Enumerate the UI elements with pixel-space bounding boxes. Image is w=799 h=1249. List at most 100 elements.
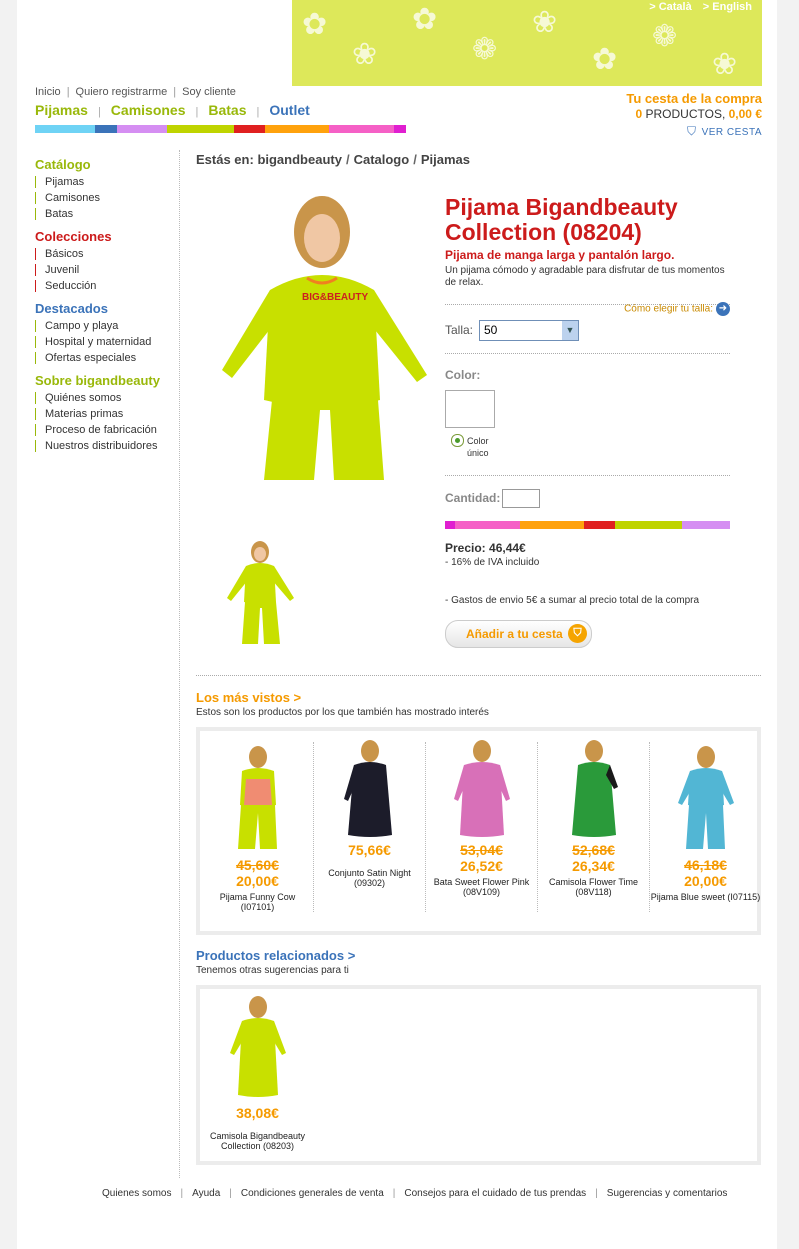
product-card[interactable]: 45,60€ 20,00€ Pijama Funny Cow (I07101)	[202, 737, 313, 922]
quantity-label: Cantidad:	[445, 491, 501, 505]
nav-pijamas[interactable]: Pijamas	[35, 102, 88, 118]
sidebar-item-juvenil[interactable]: Juvenil	[35, 264, 185, 276]
breadcrumb-pijamas[interactable]: Pijamas	[421, 152, 470, 167]
product-iva-note: - 16% de IVA incluido	[445, 557, 540, 568]
sidebar-section-sobre[interactable]: Sobre bigandbeauty	[35, 373, 185, 388]
footer-link-consejos[interactable]: Consejos para el cuidado de tus prendas	[404, 1188, 586, 1199]
nav-batas[interactable]: Batas	[208, 102, 246, 118]
register-link[interactable]: Quiero registrarme	[76, 86, 168, 98]
sidebar-item-ofertas[interactable]: Ofertas especiales	[35, 352, 185, 364]
product-name[interactable]: Pijama Funny Cow (I07101)	[202, 892, 313, 912]
breadcrumb: Estás en: bigandbeauty / Catalogo / Pijamas	[196, 152, 470, 167]
footer-link-quienes[interactable]: Quienes somos	[102, 1188, 171, 1199]
top-links: Inicio | Quiero registrarme | Soy cliente	[35, 86, 236, 98]
product-price: 20,00€	[236, 873, 279, 889]
related-title[interactable]: Productos relacionados >	[196, 948, 355, 963]
product-card[interactable]: 53,04€ 26,52€ Bata Sweet Flower Pink (08…	[426, 737, 537, 922]
client-link[interactable]: Soy cliente	[182, 86, 236, 98]
sidebar-item-batas[interactable]: Batas	[35, 208, 185, 220]
sidebar-item-seduccion[interactable]: Seducción	[35, 280, 185, 292]
sidebar-item-quienes[interactable]: Quiénes somos	[35, 392, 185, 404]
product-price: 26,34€	[572, 858, 615, 874]
product-description: Un pijama cómodo y agradable para disfru…	[445, 265, 725, 288]
cart-title: Tu cesta de la compra	[626, 91, 762, 106]
product-card[interactable]: 38,08€ Camisola Bigandbeauty Collection …	[202, 995, 313, 1155]
nav-outlet[interactable]: Outlet	[269, 102, 309, 118]
product-name[interactable]: Pijama Blue sweet (I07115)	[650, 892, 761, 902]
size-label: Talla:	[445, 323, 474, 337]
related-box: 38,08€ Camisola Bigandbeauty Collection …	[196, 985, 761, 1165]
footer-link-sugerencias[interactable]: Sugerencias y comentarios	[607, 1188, 728, 1199]
product-shipping-note: - Gastos de envio 5€ a sumar al precio t…	[445, 595, 700, 606]
sidebar-section-catalogo[interactable]: Catálogo	[35, 157, 185, 172]
sidebar-section-destacados[interactable]: Destacados	[35, 301, 185, 316]
lang-catala-link[interactable]: > Català	[649, 1, 692, 13]
sidebar-item-hospital[interactable]: Hospital y maternidad	[35, 336, 185, 348]
sidebar-section-colecciones[interactable]: Colecciones	[35, 229, 185, 244]
footer-link-condiciones[interactable]: Condiciones generales de venta	[241, 1188, 384, 1199]
svg-text:BIG&BEAUTY: BIG&BEAUTY	[302, 292, 368, 303]
sidebar-item-basicos[interactable]: Básicos	[35, 248, 185, 260]
product-name[interactable]: Camisola Bigandbeauty Collection (08203)	[202, 1131, 313, 1151]
color-label: Color:	[445, 368, 481, 382]
product-image	[678, 746, 734, 849]
quantity-input[interactable]	[502, 489, 540, 508]
color-swatch[interactable]	[445, 390, 495, 428]
sidebar-item-proceso[interactable]: Proceso de fabricación	[35, 424, 185, 436]
sidebar-item-camisones[interactable]: Camisones	[35, 192, 185, 204]
breadcrumb-home[interactable]: bigandbeauty	[257, 152, 342, 167]
chevron-down-icon[interactable]: ▼	[562, 321, 578, 340]
cart-amount: 0,00 €	[728, 107, 762, 121]
product-subtitle: Pijama de manga larga y pantalón largo.	[445, 248, 675, 262]
footer: Quienes somos | Ayuda | Condiciones generale…	[102, 1188, 728, 1199]
product-old-price: 46,18€	[684, 857, 727, 873]
sidebar-item-distribuidores[interactable]: Nuestros distribuidores	[35, 440, 185, 452]
product-price: 20,00€	[684, 873, 727, 889]
cart-totals: 0 PRODUCTOS, 0,00 €	[626, 107, 762, 121]
sidebar-item-materias[interactable]: Materias primas	[35, 408, 185, 420]
language-switcher: > Català > English	[641, 1, 752, 13]
product-thumbnail[interactable]	[222, 540, 297, 645]
basket-icon: ⛉	[687, 124, 697, 138]
color-radio[interactable]	[451, 434, 464, 447]
product-old-price: 53,04€	[460, 842, 503, 858]
sidebar: Catálogo Pijamas Camisones Batas Colecci…	[35, 150, 185, 452]
divider	[445, 475, 730, 476]
product-name[interactable]: Bata Sweet Flower Pink (08V109)	[426, 877, 537, 897]
add-to-cart-button[interactable]: Añadir a tu cesta ⛉	[445, 620, 592, 648]
divider	[445, 353, 730, 354]
product-name[interactable]: Conjunto Satin Night (09302)	[314, 868, 425, 888]
most-viewed-title[interactable]: Los más vistos >	[196, 690, 301, 705]
size-selected-value: 50	[484, 323, 498, 337]
divider	[196, 675, 761, 676]
footer-link-ayuda[interactable]: Ayuda	[192, 1188, 220, 1199]
breadcrumb-catalogo[interactable]: Catalogo	[354, 152, 410, 167]
lang-english-link[interactable]: > English	[703, 1, 752, 13]
product-price: Precio: 46,44€	[445, 541, 526, 555]
home-link[interactable]: Inicio	[35, 86, 61, 98]
header-decoration: ✿ ❀ ✿ ❁ ❀ ✿ ❁ ❀ > Català > English	[292, 0, 762, 86]
main-nav: Pijamas | Camisones | Batas | Outlet	[35, 102, 310, 118]
size-guide-link[interactable]: Cómo elegir tu talla: ➜	[445, 302, 730, 316]
product-card[interactable]: 75,66€ Conjunto Satin Night (09302)	[314, 737, 425, 922]
size-select[interactable]: 50 ▼	[479, 320, 579, 341]
view-cart-link[interactable]: ⛉ VER CESTA	[626, 124, 762, 139]
add-to-cart-label: Añadir a tu cesta	[466, 627, 563, 641]
product-image	[344, 740, 392, 837]
product-image	[572, 740, 618, 837]
view-cart-label: VER CESTA	[701, 127, 762, 138]
product-title: Pijama Bigandbeauty Collection (08204)	[445, 194, 678, 245]
sidebar-item-campo-playa[interactable]: Campo y playa	[35, 320, 185, 332]
product-main-image[interactable]: BIG&BEAUTY	[202, 190, 442, 480]
product-name[interactable]: Camisola Flower Time (08V118)	[538, 877, 649, 897]
product-price: 75,66€	[348, 842, 391, 858]
most-viewed-box: 45,60€ 20,00€ Pijama Funny Cow (I07101) …	[196, 727, 761, 935]
cart-summary: Tu cesta de la compra 0 PRODUCTOS, 0,00 …	[626, 91, 762, 139]
product-card[interactable]: 52,68€ 26,34€ Camisola Flower Time (08V1…	[538, 737, 649, 922]
most-viewed-subtitle: Estos son los productos por los que tamb…	[196, 707, 489, 718]
sidebar-item-pijamas[interactable]: Pijamas	[35, 176, 185, 188]
product-old-price: 45,60€	[236, 857, 279, 873]
product-card[interactable]: 46,18€ 20,00€ Pijama Blue sweet (I07115)	[650, 737, 761, 922]
nav-camisones[interactable]: Camisones	[111, 102, 186, 118]
product-color-stripe	[445, 521, 730, 529]
